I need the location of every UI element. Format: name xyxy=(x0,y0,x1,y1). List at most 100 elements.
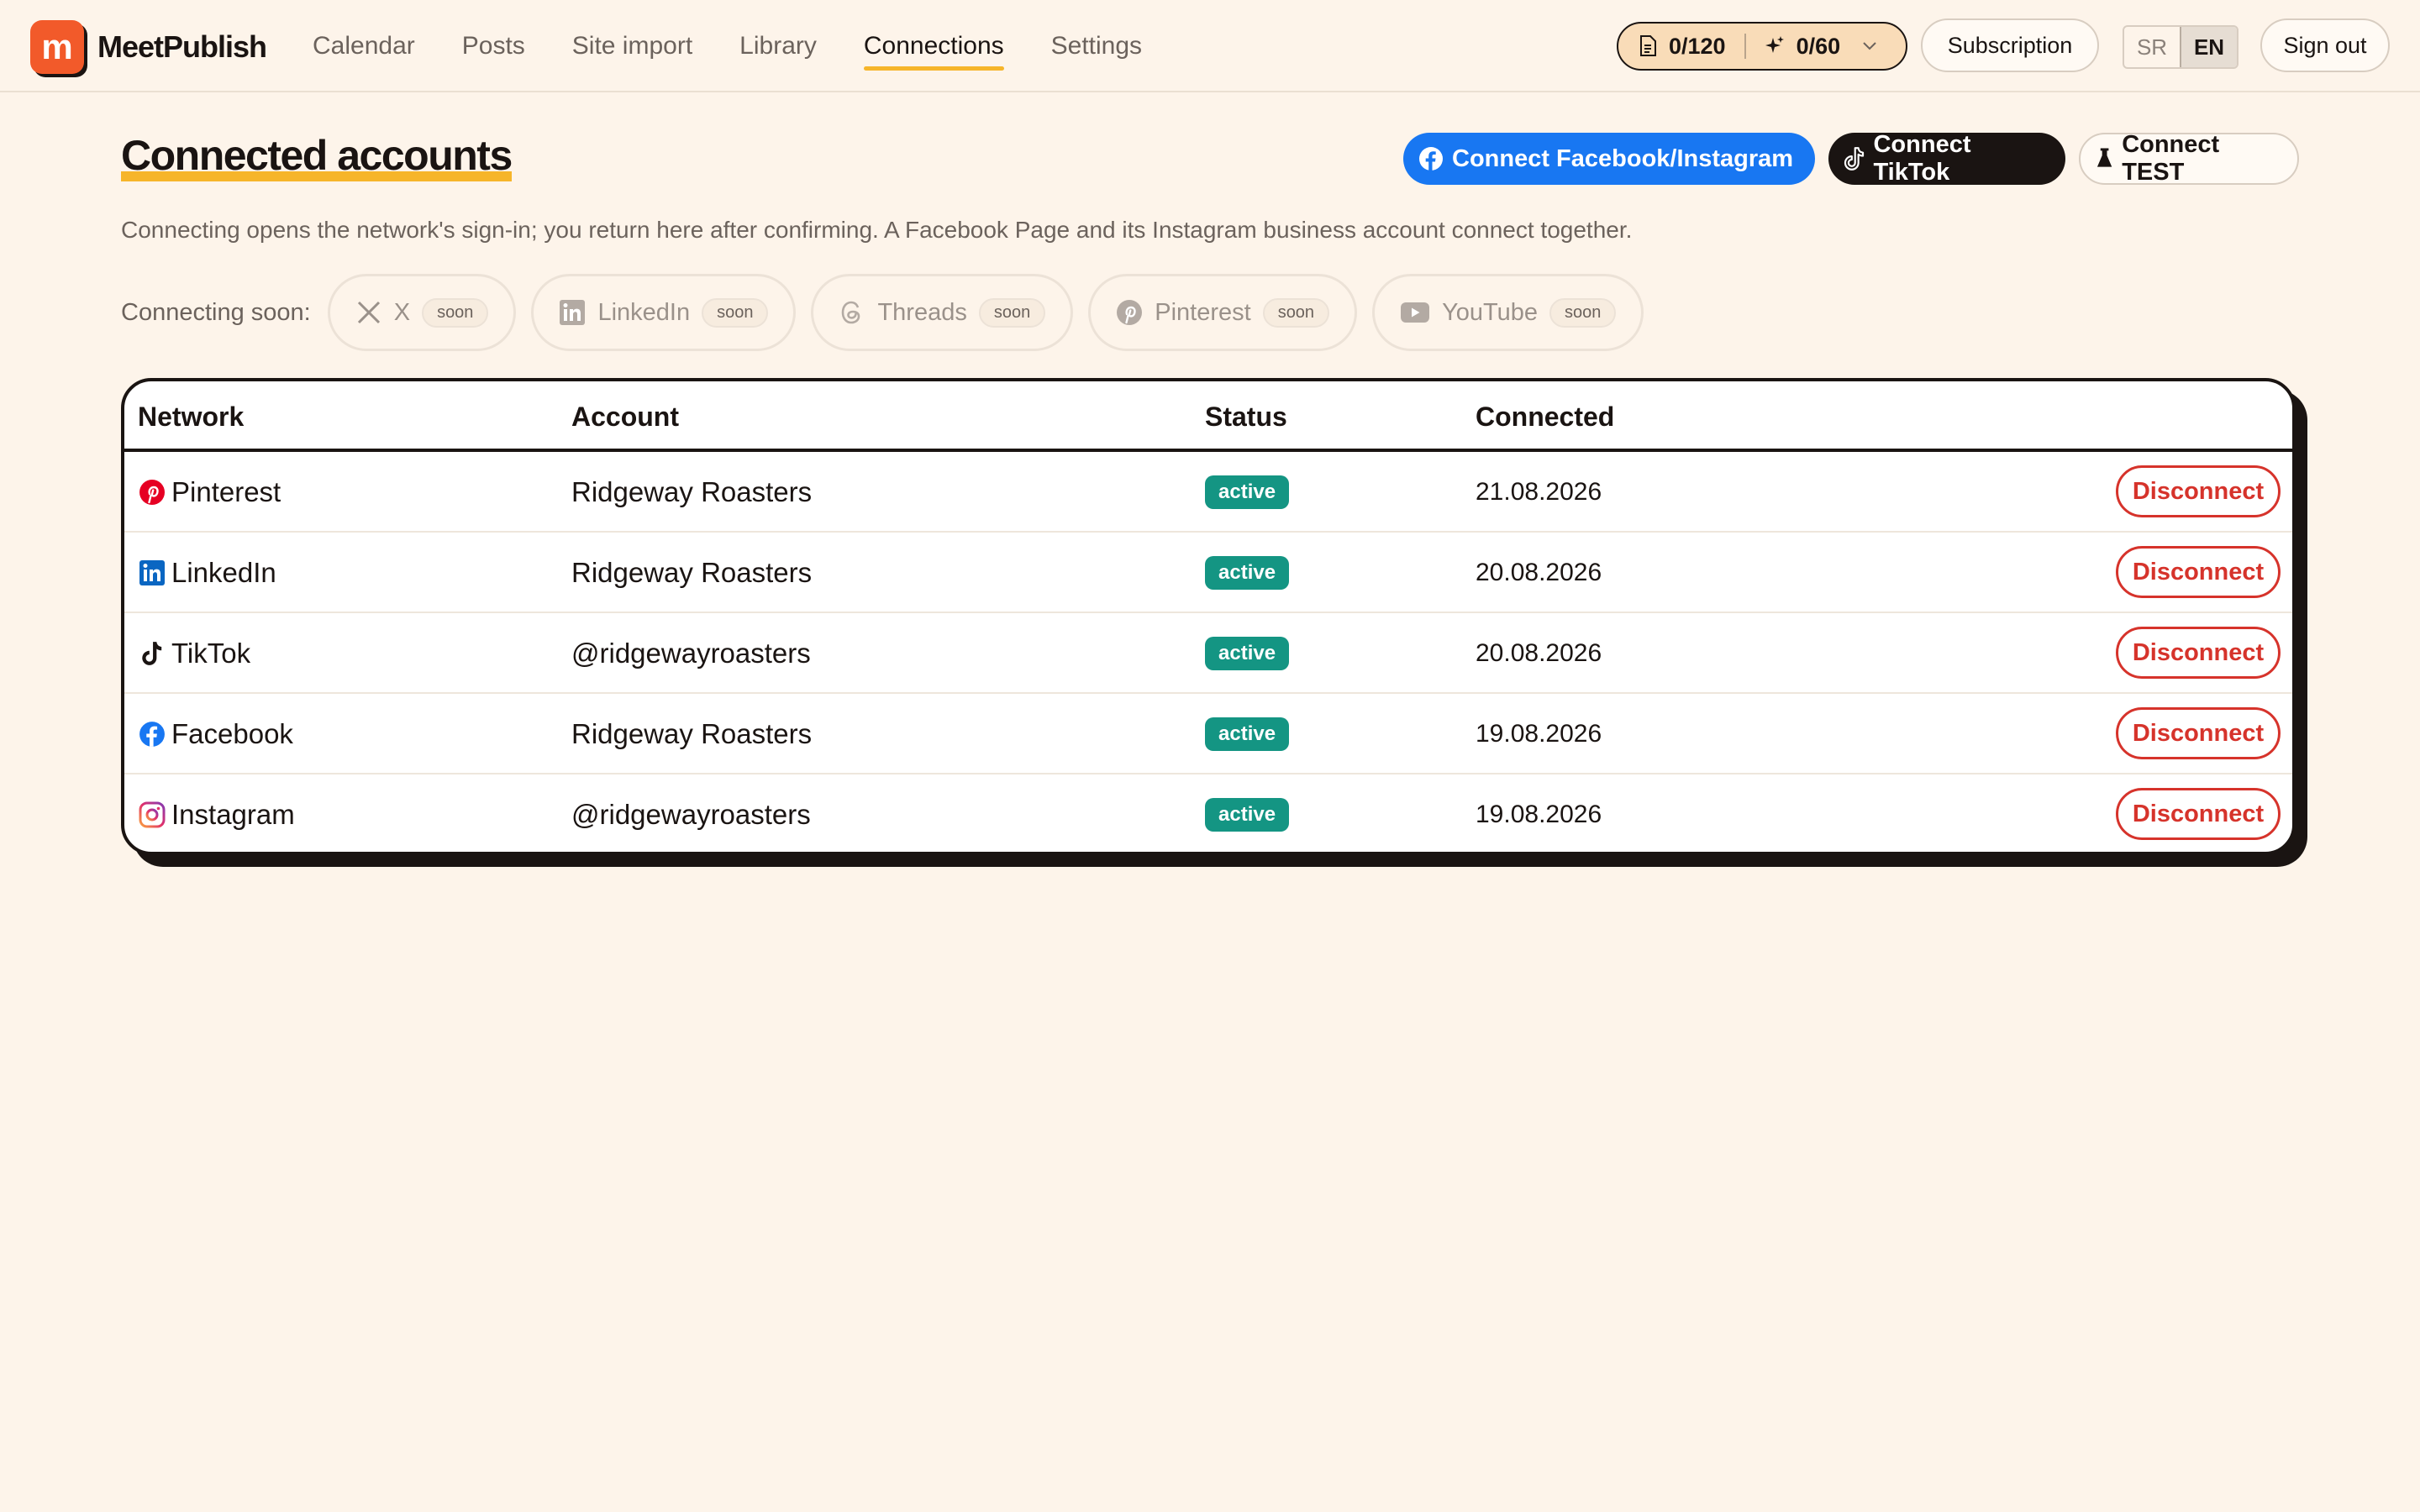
sign-out-button[interactable]: Sign out xyxy=(2260,18,2390,72)
quota-ai: 0/60 xyxy=(1796,33,1841,59)
status-badge: active xyxy=(1205,798,1290,832)
language-switch: SR EN xyxy=(2123,25,2238,69)
soon-chip-label: YouTube xyxy=(1442,298,1539,326)
connected-date: 20.08.2026 xyxy=(1476,559,1602,586)
account-cell: Ridgeway Roasters xyxy=(571,557,813,588)
disconnect-button[interactable]: Disconnect xyxy=(2116,465,2281,517)
network-name: Facebook xyxy=(171,718,293,749)
network-name: TikTok xyxy=(171,638,251,669)
account-cell: Ridgeway Roasters xyxy=(571,718,813,749)
header-status: Status xyxy=(1205,402,1287,432)
linkedin-icon xyxy=(138,559,166,587)
table-row: TikTok @ridgewayroasters active 20.08.20… xyxy=(124,613,2292,694)
disconnect-button[interactable]: Disconnect xyxy=(2116,788,2281,840)
app-logo[interactable]: m MeetPublish xyxy=(30,20,267,74)
nav-library[interactable]: Library xyxy=(739,0,817,92)
logo-mark: m xyxy=(30,20,84,74)
app-name: MeetPublish xyxy=(97,29,267,64)
status-badge: active xyxy=(1205,556,1290,590)
sparkle-icon xyxy=(1765,36,1784,53)
soon-badge: soon xyxy=(422,297,489,328)
chevron-down-icon xyxy=(1863,42,1876,50)
connecting-soon-label: Connecting soon: xyxy=(121,298,311,326)
document-icon xyxy=(1640,35,1656,56)
status-cell: active xyxy=(1205,694,1290,774)
table-row: LinkedIn Ridgeway Roasters active 20.08.… xyxy=(124,533,2292,613)
connected-date: 21.08.2026 xyxy=(1476,478,1602,506)
status-cell: active xyxy=(1205,452,1290,533)
disconnect-button[interactable]: Disconnect xyxy=(2116,707,2281,759)
status-cell: active xyxy=(1205,774,1290,852)
network-name: Instagram xyxy=(171,799,295,830)
connect-test-label: Connect TEST xyxy=(2122,131,2220,186)
status-cell: active xyxy=(1205,533,1290,613)
nav-settings[interactable]: Settings xyxy=(1051,0,1142,92)
quota-posts: 0/120 xyxy=(1669,33,1726,59)
disconnect-button[interactable]: Disconnect xyxy=(2116,627,2281,679)
network-name: Pinterest xyxy=(171,476,281,507)
connect-tiktok-label: Connect TikTok xyxy=(1873,131,1971,186)
connecting-soon-row: Connecting soon: X soon LinkedIn soon Th… xyxy=(121,274,1644,351)
status-badge: active xyxy=(1205,475,1290,509)
nav-site-import[interactable]: Site import xyxy=(572,0,692,92)
pinterest-icon xyxy=(138,478,166,507)
connected-date: 20.08.2026 xyxy=(1476,639,1602,667)
connected-date: 19.08.2026 xyxy=(1476,720,1602,748)
nav-calendar[interactable]: Calendar xyxy=(313,0,415,92)
table-row: Pinterest Ridgeway Roasters active 21.08… xyxy=(124,452,2292,533)
facebook-icon xyxy=(138,720,166,748)
soon-badge: soon xyxy=(1549,297,1617,328)
account-cell: @ridgewayroasters xyxy=(571,638,811,669)
soon-badge: soon xyxy=(702,297,769,328)
page-subtitle: Connecting opens the network's sign-in; … xyxy=(121,217,1633,243)
nav-posts[interactable]: Posts xyxy=(462,0,525,92)
soon-chip-linkedin: LinkedIn soon xyxy=(531,274,797,351)
tiktok-icon xyxy=(1844,147,1865,171)
youtube-icon xyxy=(1401,302,1430,323)
tiktok-icon xyxy=(138,639,166,668)
table-header: Network Account Status Connected xyxy=(124,381,2292,452)
connect-test-button[interactable]: Connect TEST xyxy=(2079,131,2299,186)
connected-accounts-table: Network Account Status Connected Pintere… xyxy=(121,378,2296,855)
table-row: Facebook Ridgeway Roasters active 19.08.… xyxy=(124,694,2292,774)
header-connected: Connected xyxy=(1476,402,1615,432)
connect-facebook-instagram-button[interactable]: Connect Facebook/Instagram xyxy=(1403,133,1815,185)
network-cell: Pinterest xyxy=(138,452,281,533)
account-cell: Ridgeway Roasters xyxy=(571,476,813,507)
instagram-icon xyxy=(138,801,166,829)
disconnect-button[interactable]: Disconnect xyxy=(2116,546,2281,598)
soon-chip-label: Pinterest xyxy=(1155,298,1251,326)
lang-en[interactable]: EN xyxy=(2180,27,2237,67)
status-badge: active xyxy=(1205,637,1290,670)
subscription-button[interactable]: Subscription xyxy=(1921,18,2099,72)
status-badge: active xyxy=(1205,717,1290,751)
soon-badge: soon xyxy=(978,297,1046,328)
x-icon xyxy=(357,301,380,324)
main-nav: Calendar Posts Site import Library Conne… xyxy=(313,0,1142,92)
lang-sr[interactable]: SR xyxy=(2124,27,2180,67)
threads-icon xyxy=(842,301,860,324)
status-cell: active xyxy=(1205,613,1290,694)
quota-separator xyxy=(1744,34,1746,59)
top-bar: m MeetPublish Calendar Posts Site import… xyxy=(0,0,2420,92)
header-network: Network xyxy=(138,402,245,432)
soon-chip-x: X soon xyxy=(327,274,517,351)
pinterest-icon xyxy=(1117,300,1143,325)
network-name: LinkedIn xyxy=(171,557,276,588)
nav-connections[interactable]: Connections xyxy=(863,0,1004,92)
network-cell: Instagram xyxy=(138,774,295,852)
network-cell: Facebook xyxy=(138,694,293,774)
soon-chip-label: Threads xyxy=(877,298,967,326)
table-row: Instagram @ridgewayroasters active 19.08… xyxy=(124,774,2292,852)
header-account: Account xyxy=(571,402,679,432)
connect-tiktok-button[interactable]: Connect TikTok xyxy=(1828,131,2065,186)
soon-chip-youtube: YouTube soon xyxy=(1372,274,1644,351)
quota-dropdown[interactable]: 0/120 0/60 xyxy=(1617,22,1907,71)
soon-chip-label: X xyxy=(393,298,411,326)
soon-chip-pinterest: Pinterest soon xyxy=(1088,274,1358,351)
page-title: Connected accounts xyxy=(121,131,513,181)
account-cell: @ridgewayroasters xyxy=(571,799,811,830)
facebook-icon xyxy=(1419,147,1443,171)
network-cell: TikTok xyxy=(138,613,250,694)
linkedin-icon xyxy=(560,300,586,325)
